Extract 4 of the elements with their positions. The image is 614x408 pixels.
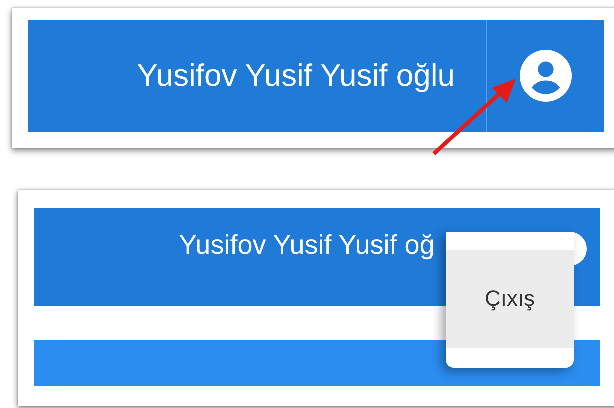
user-avatar-icon[interactable] bbox=[520, 50, 572, 102]
logout-menu-item[interactable]: Çıxış bbox=[446, 250, 574, 348]
user-name: Yusifov Yusif Yusif oğlu bbox=[137, 58, 455, 94]
user-name: Yusifov Yusif Yusif oğ bbox=[179, 230, 435, 261]
